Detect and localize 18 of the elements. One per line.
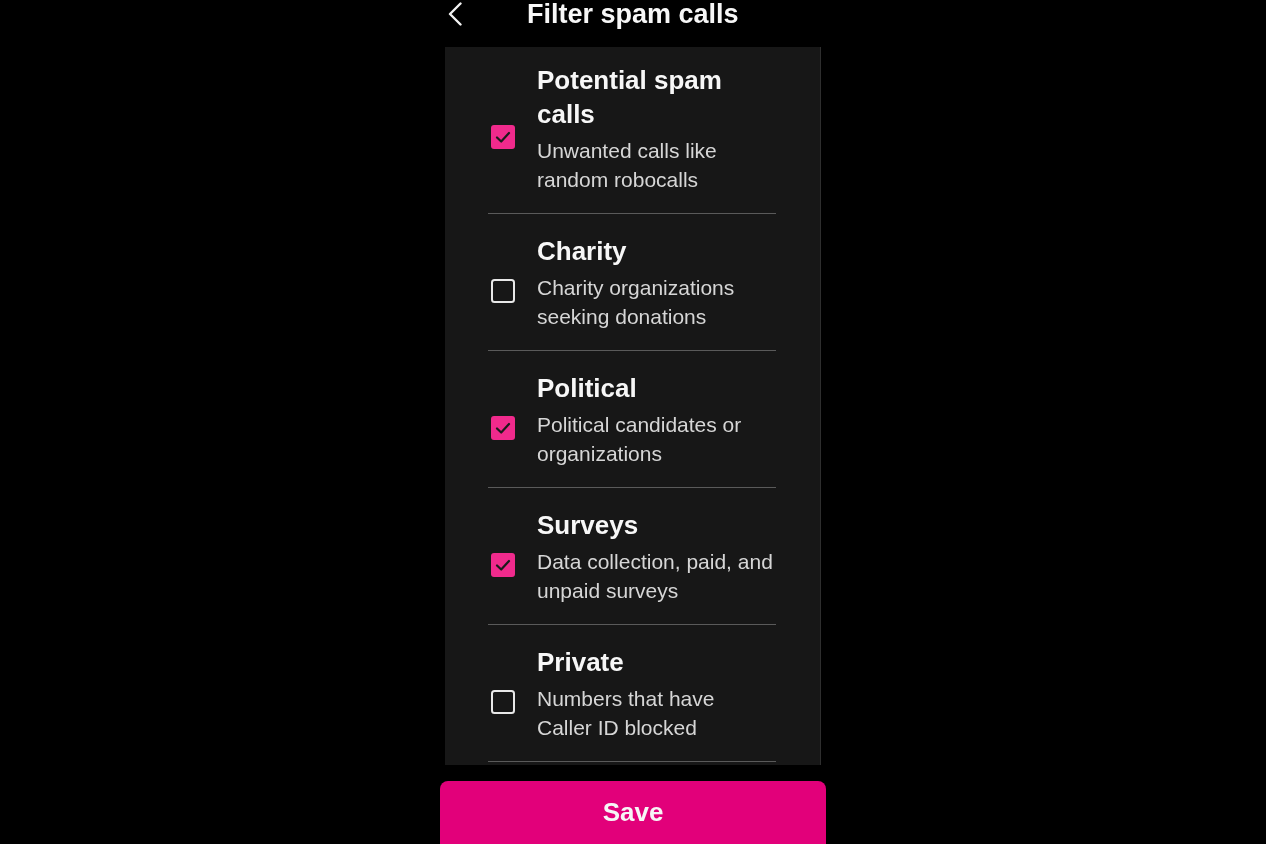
checkbox[interactable] — [491, 415, 515, 440]
filter-title: Political — [537, 372, 638, 405]
filter-description: Unwanted calls like random robocalls — [537, 138, 718, 193]
filter-description: Charity organizations seeking donations — [537, 275, 736, 330]
back-icon[interactable] — [448, 2, 462, 26]
filter-title: Private — [537, 646, 625, 679]
save-button[interactable]: Save — [440, 781, 826, 844]
checkbox[interactable] — [491, 689, 515, 714]
checkbox[interactable] — [491, 278, 515, 303]
filter-description: Political candidates or organizations — [537, 412, 743, 467]
filter-title: Charity — [537, 235, 628, 268]
filter-description: Numbers that have Caller ID blocked — [537, 686, 716, 741]
filter-description: Data collection, paid, and unpaid surveys — [537, 549, 774, 604]
filter-title: Potential spam calls — [537, 64, 723, 131]
checkbox[interactable] — [491, 124, 515, 149]
checkbox[interactable] — [491, 552, 515, 577]
filter-title: Surveys — [537, 509, 640, 542]
screen-title: Filter spam calls — [527, 0, 739, 28]
